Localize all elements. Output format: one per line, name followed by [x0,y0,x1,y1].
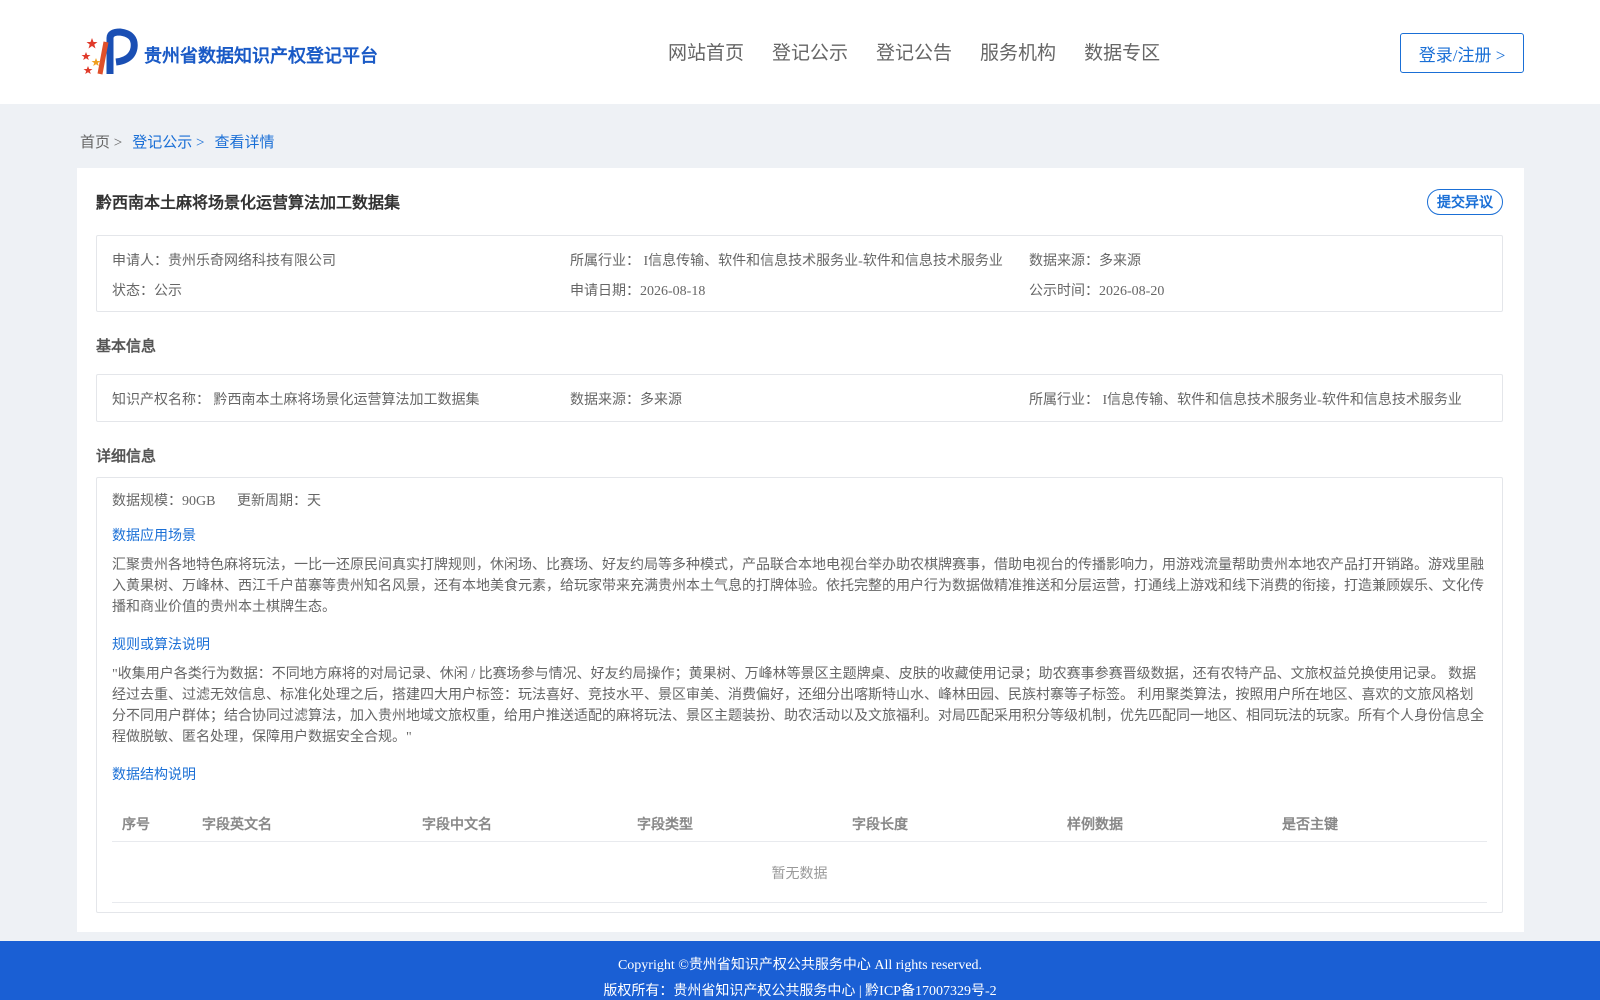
table-empty-state: 暂无数据 [112,843,1487,903]
basic-industry-field: 所属行业： I信息传输、软件和信息技术服务业-软件和信息技术服务业 [1029,393,1462,408]
basic-info-box: 知识产权名称： 黔西南本土麻将场景化运营算法加工数据集 数据来源：多来源 所属行… [96,374,1503,422]
data-scale-field: 数据规模：90GB [112,494,216,509]
col-english-name: 字段英文名 [202,818,272,833]
rule-heading: 规则或算法说明 [112,638,210,653]
publish-date-field: 公示时间：2026-08-20 [1029,284,1165,299]
scenario-text: 汇聚贵州各地特色麻将玩法，一比一还原民间真实打牌规则，休闲场、比赛场、好友约局等… [112,558,1484,615]
detail-info-box: 数据规模：90GB 更新周期：天 数据应用场景 汇聚贵州各地特色麻将玩法，一比一… [96,477,1503,913]
platform-logo-icon[interactable] [80,28,138,78]
nav-service-agencies[interactable]: 服务机构 [980,38,1056,65]
col-index: 序号 [122,818,150,833]
breadcrumb-home[interactable]: 首页 > [80,131,122,152]
nav-registration-publicity[interactable]: 登记公示 [772,38,848,65]
detail-panel: 黔西南本土麻将场景化运营算法加工数据集 提交异议 申请人：贵州乐奇网络科技有限公… [77,168,1524,932]
footer-copyright: Copyright ©贵州省知识产权公共服务中心 All rights rese… [617,958,983,973]
industry-field: 所属行业： I信息传输、软件和信息技术服务业-软件和信息技术服务业 [570,254,1003,269]
nav-data-zone[interactable]: 数据专区 [1084,38,1160,65]
rule-text: "收集用户各类行为数据：不同地方麻将的对局记录、休闲 / 比赛场参与情况、好友约… [112,667,1484,745]
status-field: 状态：公示 [112,284,182,299]
breadcrumb-list[interactable]: 登记公示 > [132,131,204,152]
breadcrumb-current: 查看详情 [214,135,275,151]
nav-home[interactable]: 网站首页 [668,38,744,65]
structure-table-header: 序号 字段英文名 字段中文名 字段类型 字段长度 样例数据 是否主键 [112,804,1487,842]
data-source-field: 数据来源：多来源 [1029,254,1141,269]
site-title[interactable]: 贵州省数据知识产权登记平台 [144,42,378,68]
site-header: 贵州省数据知识产权登记平台 网站首页 登记公示 登记公告 服务机构 数据专区 登… [0,0,1600,104]
update-cycle-field: 更新周期：天 [237,494,321,509]
main-nav: 网站首页 登记公示 登记公告 服务机构 数据专区 [668,38,1188,65]
basic-info-heading: 基本信息 [96,339,157,355]
login-register-button[interactable]: 登录/注册 > [1400,33,1524,73]
applicant-field: 申请人：贵州乐奇网络科技有限公司 [112,254,336,269]
dataset-title: 黔西南本土麻将场景化运营算法加工数据集 [96,195,401,212]
breadcrumb: 首页 > 登记公示 > 查看详情 [80,131,284,152]
col-sample-data: 样例数据 [1067,818,1123,833]
detail-info-heading: 详细信息 [96,449,157,465]
structure-heading: 数据结构说明 [112,768,196,783]
col-field-type: 字段类型 [637,818,693,833]
nav-registration-announcement[interactable]: 登记公告 [876,38,952,65]
apply-date-field: 申请日期：2026-08-18 [570,284,706,299]
scenario-heading: 数据应用场景 [112,529,196,544]
col-chinese-name: 字段中文名 [422,818,492,833]
summary-box: 申请人：贵州乐奇网络科技有限公司 所属行业： I信息传输、软件和信息技术服务业-… [96,235,1503,312]
submit-objection-button[interactable]: 提交异议 [1427,189,1503,215]
ip-name-field: 知识产权名称： 黔西南本土麻将场景化运营算法加工数据集 [112,393,480,408]
site-footer: Copyright ©贵州省知识产权公共服务中心 All rights rese… [0,941,1600,1000]
basic-source-field: 数据来源：多来源 [570,393,682,408]
footer-owner: 版权所有：贵州省知识产权公共服务中心 | 黔ICP备17007329号-2 [603,984,997,999]
col-field-length: 字段长度 [852,818,908,833]
col-primary-key: 是否主键 [1282,818,1338,833]
